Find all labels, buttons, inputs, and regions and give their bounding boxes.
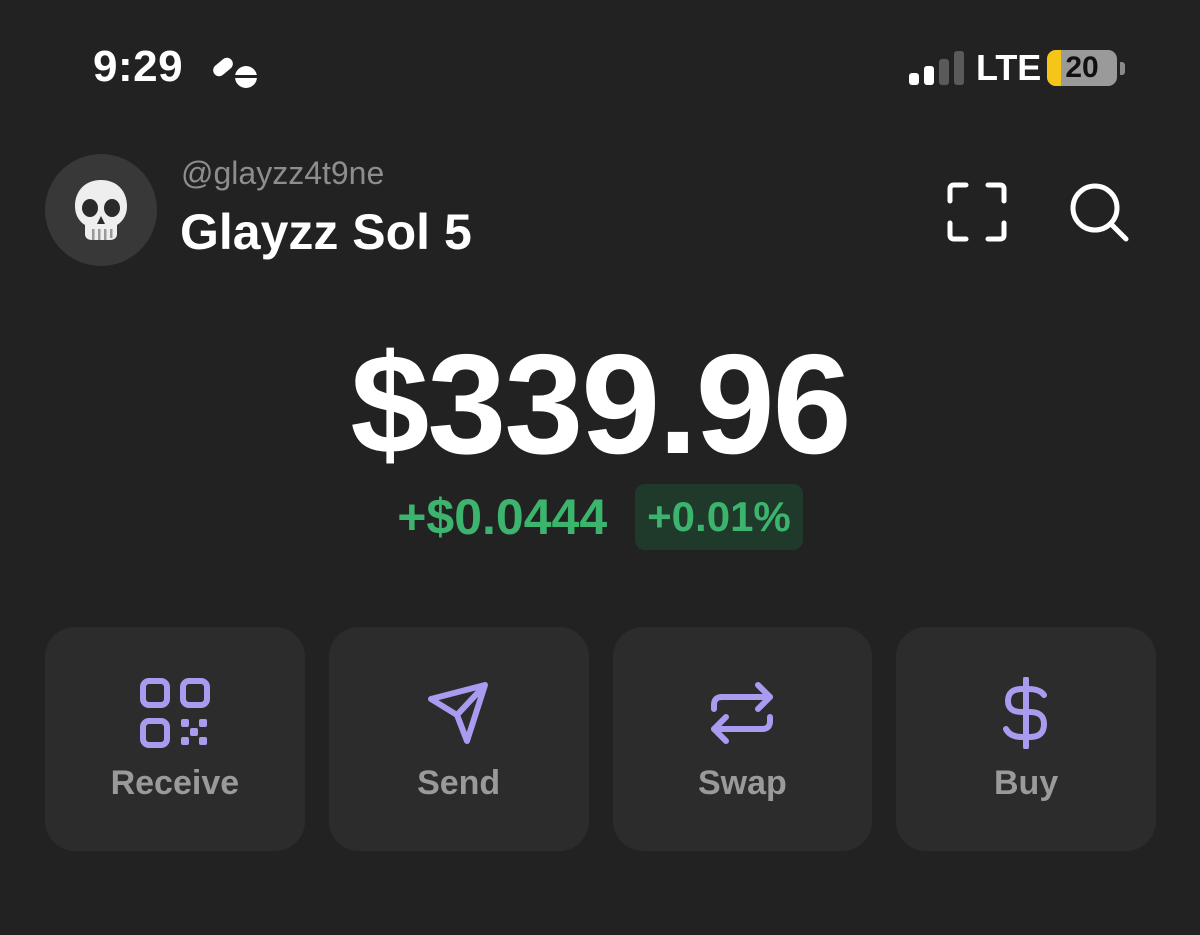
wallet-screen: 9:29 LTE 20 💀 @glayzz4t9ne Glayzz — [0, 0, 1200, 935]
change-percent-badge: +0.01% — [635, 484, 803, 550]
avatar[interactable]: 💀 — [45, 154, 157, 266]
buy-button[interactable]: Buy — [896, 627, 1156, 851]
battery-indicator: 20 — [1047, 50, 1117, 86]
skull-icon — [75, 180, 127, 240]
receive-label: Receive — [110, 764, 240, 802]
battery-level: 20 — [1065, 51, 1099, 84]
status-time: 9:29 — [93, 42, 184, 91]
battery-tip — [1120, 62, 1125, 75]
network-type: LTE — [976, 47, 1042, 88]
total-balance: $339.96 — [350, 325, 851, 484]
action-bar: Receive Send Swap Buy — [45, 627, 1156, 851]
qr-code-icon — [139, 678, 210, 748]
receive-button[interactable]: Receive — [45, 627, 305, 851]
balance-change: +$0.0444 +0.01% — [0, 484, 1200, 550]
account-name[interactable]: Glayzz Sol 5 — [180, 203, 472, 261]
buy-label: Buy — [994, 764, 1059, 802]
focus-mode-icon — [213, 57, 259, 88]
dollar-icon — [1003, 677, 1048, 749]
send-icon — [427, 682, 488, 744]
swap-button[interactable]: Swap — [612, 627, 873, 851]
send-button[interactable]: Send — [328, 627, 589, 851]
cellular-signal-icon — [909, 51, 964, 85]
swap-icon — [711, 682, 774, 744]
scan-icon[interactable] — [940, 175, 1014, 249]
swap-label: Swap — [697, 764, 787, 802]
search-icon[interactable] — [1062, 175, 1136, 249]
username[interactable]: @glayzz4t9ne — [181, 155, 384, 192]
send-label: Send — [417, 764, 501, 802]
change-amount: +$0.0444 — [397, 489, 608, 545]
